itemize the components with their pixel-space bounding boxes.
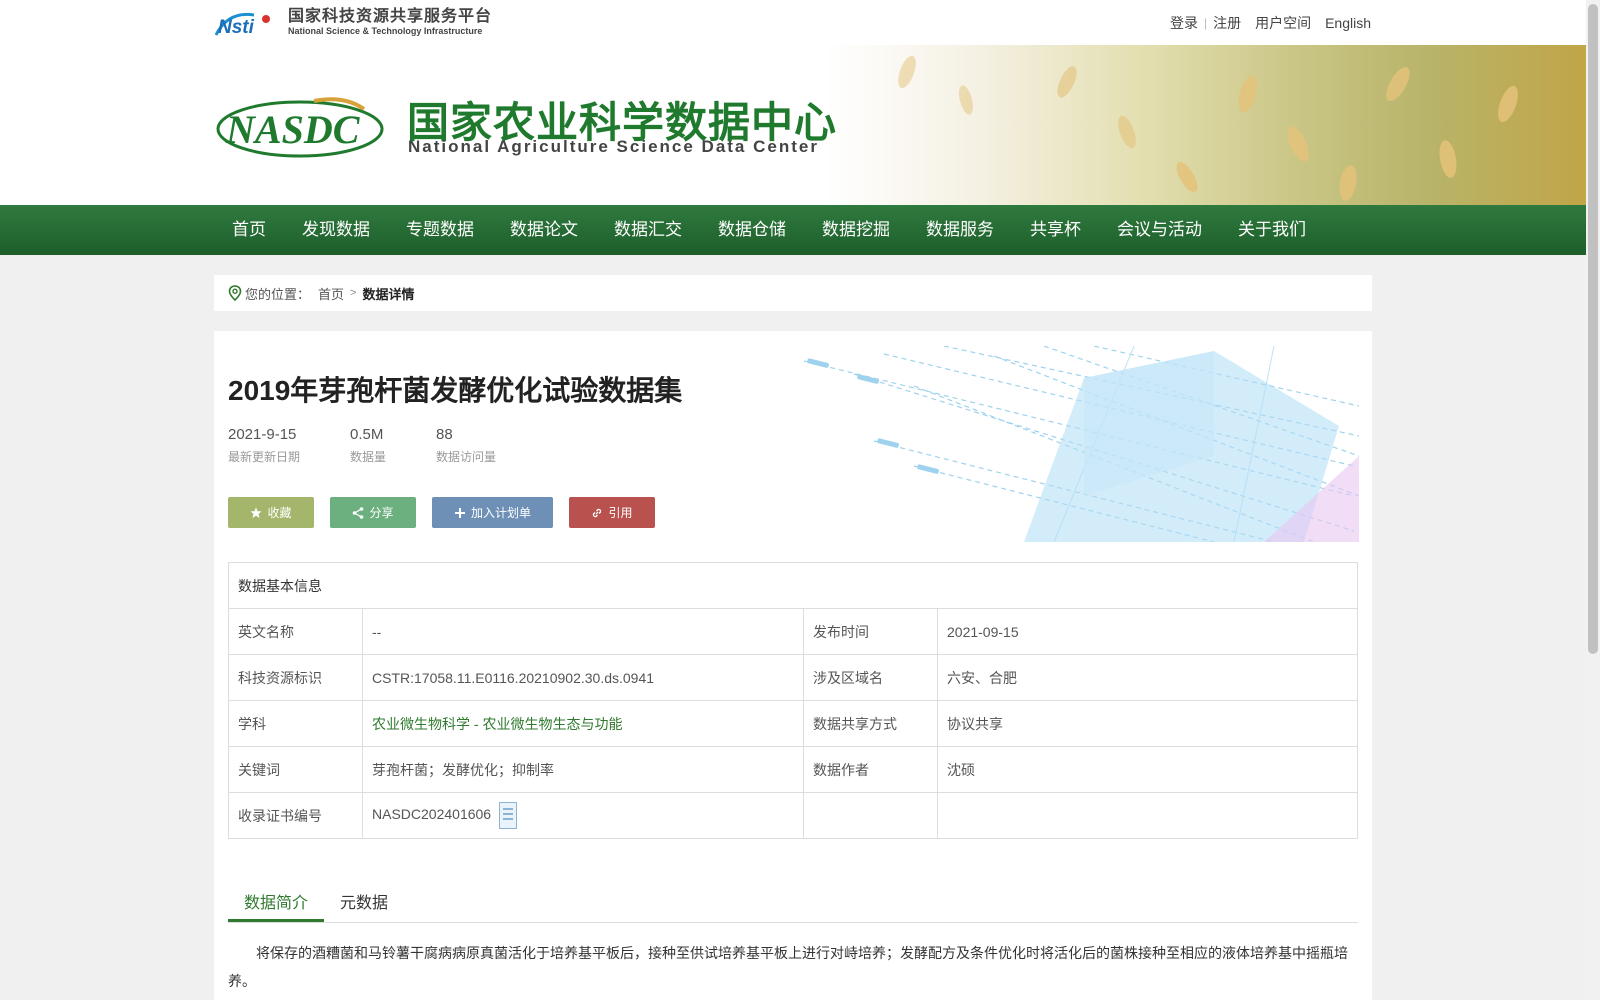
scrollbar-thumb[interactable] — [1588, 4, 1598, 654]
nav-item-repository[interactable]: 数据仓储 — [700, 205, 804, 255]
link-separator: | — [1203, 16, 1208, 30]
main-nav: 首页 发现数据 专题数据 数据论文 数据汇交 数据仓储 数据挖掘 数据服务 共享… — [0, 205, 1586, 255]
field-value: 芽孢杆菌；发酵优化；抑制率 — [362, 746, 804, 793]
user-space-link[interactable]: 用户空间 — [1255, 13, 1311, 33]
field-label: 数据共享方式 — [803, 700, 938, 747]
field-value: 农业微生物科学 - 农业微生物生态与功能 — [362, 700, 804, 747]
platform-name-en: National Science & Technology Infrastruc… — [288, 26, 483, 36]
stat-label: 数据量 — [350, 450, 387, 464]
field-value — [937, 792, 1358, 839]
certificate-icon[interactable] — [499, 802, 518, 829]
tab-intro[interactable]: 数据简介 — [228, 889, 325, 922]
stat-label: 数据访问量 — [436, 450, 497, 464]
dataset-card: 2019年芽孢杆菌发酵优化试验数据集 2021-9-15 最新更新日期 0.5M… — [214, 331, 1372, 1000]
add-plan-button[interactable]: 加入计划单 — [432, 497, 553, 528]
nav-item-services[interactable]: 数据服务 — [908, 205, 1012, 255]
favorite-label: 收藏 — [267, 506, 292, 520]
dataset-description: 将保存的酒糟菌和马铃薯干腐病病原真菌活化于培养基平板后，接种至供试培养基平板上进… — [228, 945, 1348, 989]
svg-text:Nsti: Nsti — [218, 17, 255, 37]
table-row: 科技资源标识 CSTR:17058.11.E0116.20210902.30.d… — [228, 654, 1358, 701]
nav-item-about[interactable]: 关于我们 — [1220, 205, 1324, 255]
dataset-title: 2019年芽孢杆菌发酵优化试验数据集 — [228, 375, 683, 406]
nav-item-discover[interactable]: 发现数据 — [284, 205, 388, 255]
stat-data-size: 0.5M 数据量 — [350, 426, 386, 465]
platform-name-cn: 国家科技资源共享服务平台 — [288, 8, 493, 25]
table-row: 学科 农业微生物科学 - 农业微生物生态与功能 数据共享方式 协议共享 — [228, 700, 1358, 747]
nav-item-mining[interactable]: 数据挖掘 — [804, 205, 908, 255]
share-icon — [353, 506, 364, 519]
field-label: 关键词 — [228, 746, 363, 793]
top-links: 登录 | 注册 用户空间 English — [1170, 13, 1371, 33]
table-header: 数据基本信息 — [228, 562, 1358, 609]
share-button[interactable]: 分享 — [330, 497, 416, 528]
field-label: 学科 — [228, 700, 363, 747]
nav-item-events[interactable]: 会议与活动 — [1099, 205, 1220, 255]
center-name-en: National Agriculture Science Data Center — [408, 137, 819, 156]
field-label: 发布时间 — [803, 608, 938, 655]
nav-item-topics[interactable]: 专题数据 — [388, 205, 492, 255]
action-buttons: 收藏 分享 加入计划单 引用 — [228, 497, 671, 528]
stat-value: 2021-9-15 — [228, 426, 297, 443]
nsti-logo[interactable]: Nsti 国家科技资源共享服务平台 National Science & Tec… — [214, 8, 492, 37]
nav-item-home[interactable]: 首页 — [214, 205, 284, 255]
header-banner: NASDC 国家农业科学数据中心 National Agriculture Sc… — [0, 45, 1586, 205]
field-label — [803, 792, 938, 839]
cite-button[interactable]: 引用 — [569, 497, 655, 528]
stat-visits: 88 数据访问量 — [436, 426, 496, 465]
table-row: 英文名称 -- 发布时间 2021-09-15 — [228, 608, 1358, 655]
table-row: 关键词 芽孢杆菌；发酵优化；抑制率 数据作者 沈硕 — [228, 746, 1358, 793]
cite-label: 引用 — [608, 506, 633, 520]
subject-link[interactable]: 农业微生物科学 - 农业微生物生态与功能 — [372, 716, 622, 732]
plus-icon — [454, 507, 465, 518]
location-pin-icon — [228, 285, 242, 301]
field-label: 科技资源标识 — [228, 654, 363, 701]
stat-value: 0.5M — [350, 426, 384, 443]
field-label: 涉及区域名 — [803, 654, 938, 701]
dataset-stats: 2021-9-15 最新更新日期 0.5M 数据量 88 数据访问量 — [228, 426, 546, 465]
field-value: 沈硕 — [937, 746, 1358, 793]
nav-item-submit[interactable]: 数据汇交 — [596, 205, 700, 255]
nav-item-papers[interactable]: 数据论文 — [492, 205, 596, 255]
nav-item-cup[interactable]: 共享杯 — [1012, 205, 1099, 255]
field-value: 六安、合肥 — [937, 654, 1358, 701]
english-link[interactable]: English — [1325, 15, 1371, 31]
breadcrumb-home[interactable]: 首页 — [318, 284, 344, 303]
field-value: 协议共享 — [937, 700, 1358, 747]
tab-metadata[interactable]: 元数据 — [324, 889, 404, 922]
field-value: CSTR:17058.11.E0116.20210902.30.ds.0941 — [362, 654, 804, 701]
field-value: -- — [362, 608, 804, 655]
top-bar: Nsti 国家科技资源共享服务平台 National Science & Tec… — [0, 0, 1586, 45]
nsti-logo-icon: Nsti — [214, 12, 270, 37]
certificate-number: NASDC202401606 — [372, 806, 492, 823]
register-link[interactable]: 注册 — [1213, 13, 1241, 33]
field-label: 数据作者 — [803, 746, 938, 793]
stat-update-date: 2021-9-15 最新更新日期 — [228, 426, 300, 465]
link-icon — [593, 508, 602, 517]
share-label: 分享 — [369, 506, 394, 520]
field-label: 收录证书编号 — [228, 792, 363, 839]
field-label: 英文名称 — [228, 608, 363, 655]
table-row: 收录证书编号 NASDC202401606 — [228, 792, 1358, 839]
stat-label: 最新更新日期 — [228, 450, 301, 464]
nasdc-logo-icon[interactable]: NASDC — [214, 95, 386, 159]
decorative-cube-graphic — [803, 346, 1359, 542]
star-icon — [250, 507, 262, 518]
breadcrumb-arrow: > — [350, 287, 357, 299]
login-link[interactable]: 登录 — [1170, 13, 1198, 33]
breadcrumb: 您的位置： 首页 > 数据详情 — [214, 275, 1372, 311]
basic-info-table: 数据基本信息 英文名称 -- 发布时间 2021-09-15 科技资源标识 CS… — [228, 562, 1358, 839]
table-header-row: 数据基本信息 — [228, 562, 1358, 609]
favorite-button[interactable]: 收藏 — [228, 497, 314, 528]
field-value: NASDC202401606 — [362, 792, 804, 839]
stat-value: 88 — [436, 426, 453, 443]
detail-tabs: 数据简介 元数据 — [228, 889, 1358, 923]
breadcrumb-current: 数据详情 — [362, 286, 415, 302]
breadcrumb-prefix: 您的位置： — [245, 286, 311, 302]
field-value: 2021-09-15 — [937, 608, 1358, 655]
svg-text:NASDC: NASDC — [225, 107, 361, 152]
add-plan-label: 加入计划单 — [470, 506, 531, 520]
